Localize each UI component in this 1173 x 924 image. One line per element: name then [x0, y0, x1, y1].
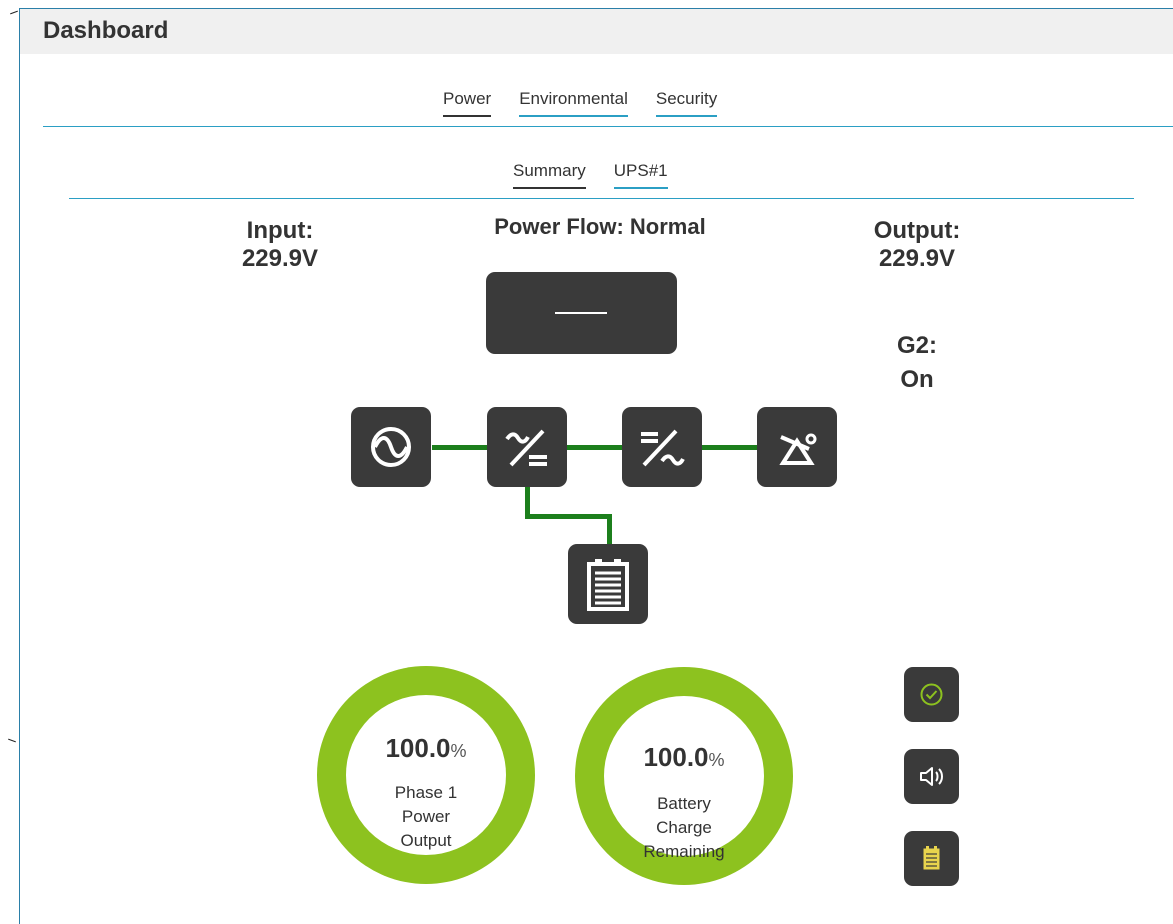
panel-header: Dashboard — [20, 9, 1173, 54]
gauge-number: 100.0 — [385, 733, 451, 763]
gauge-label: Phase 1 Power Output — [346, 781, 506, 853]
inverter-icon — [641, 429, 685, 467]
display-dash — [555, 312, 607, 314]
gauge-label: Battery Charge Remaining — [604, 792, 764, 864]
page-title: Dashboard — [43, 17, 169, 44]
battery-node[interactable] — [568, 544, 648, 624]
bypass-switch-icon — [779, 433, 817, 465]
speaker-icon — [920, 767, 943, 786]
output-value: 229.9V — [878, 245, 956, 272]
flow-line-main — [432, 445, 757, 450]
g2-readout: G2: On — [882, 329, 952, 397]
gauge-label-line: Charge — [656, 818, 712, 837]
gauge-unit: % — [708, 750, 725, 770]
input-value: 229.9V — [241, 245, 319, 272]
battery-charge-gauge: 100.0% Battery Charge Remaining — [575, 667, 793, 885]
input-readout: Input: 229.9V — [220, 217, 340, 273]
gauge-value: 100.0% — [604, 742, 764, 773]
output-label: Output: — [873, 217, 961, 244]
input-label: Input: — [246, 217, 314, 244]
dashboard-panel: Dashboard Power Environmental Security S… — [19, 8, 1173, 924]
gauge-unit: % — [450, 741, 467, 761]
corner-mark — [8, 738, 16, 743]
battery-icon — [587, 559, 629, 611]
gauge-label-line: Phase 1 — [394, 783, 458, 802]
output-readout: Output: 229.9V — [852, 217, 982, 273]
status-ok-button[interactable] — [904, 667, 959, 722]
tab-power[interactable]: Power — [443, 89, 492, 117]
main-tabs-divider — [43, 126, 1173, 127]
tab-environmental[interactable]: Environmental — [519, 89, 628, 117]
sub-tabs-divider — [69, 198, 1134, 199]
ac-input-node[interactable] — [351, 407, 431, 487]
tab-security[interactable]: Security — [655, 89, 718, 117]
rectifier-node[interactable] — [487, 407, 567, 487]
sub-tabs: Summary UPS#1 — [513, 161, 668, 189]
power-flow-status: Power Flow: Normal — [494, 214, 706, 239]
gauge-value: 100.0% — [346, 733, 506, 764]
battery-status-button[interactable] — [904, 831, 959, 886]
gauge-label-line: Battery — [657, 794, 711, 813]
g2-label: G2: — [896, 332, 937, 359]
check-circle-icon — [920, 683, 943, 706]
gauge-label-line: Power — [401, 807, 451, 826]
corner-mark — [10, 10, 18, 15]
inverter-node[interactable] — [622, 407, 702, 487]
phase1-power-gauge: 100.0% Phase 1 Power Output — [317, 666, 535, 884]
power-flow-display — [486, 272, 677, 354]
battery-status-icon — [923, 846, 940, 870]
gauge-label-line: Remaining — [643, 842, 725, 861]
gauge-center: 100.0% Battery Charge Remaining — [604, 696, 764, 861]
gauge-number: 100.0 — [643, 742, 709, 772]
tab-summary[interactable]: Summary — [513, 161, 586, 189]
g2-value: On — [900, 366, 934, 393]
rectifier-icon — [505, 429, 547, 467]
main-tabs: Power Environmental Security — [443, 89, 718, 117]
alarm-sound-button[interactable] — [904, 749, 959, 804]
gauge-label-line: Output — [400, 831, 452, 850]
flow-line-across — [525, 514, 612, 519]
ac-input-icon — [371, 427, 411, 467]
bypass-node[interactable] — [757, 407, 837, 487]
tab-ups1[interactable]: UPS#1 — [613, 161, 668, 189]
gauge-center: 100.0% Phase 1 Power Output — [346, 695, 506, 855]
